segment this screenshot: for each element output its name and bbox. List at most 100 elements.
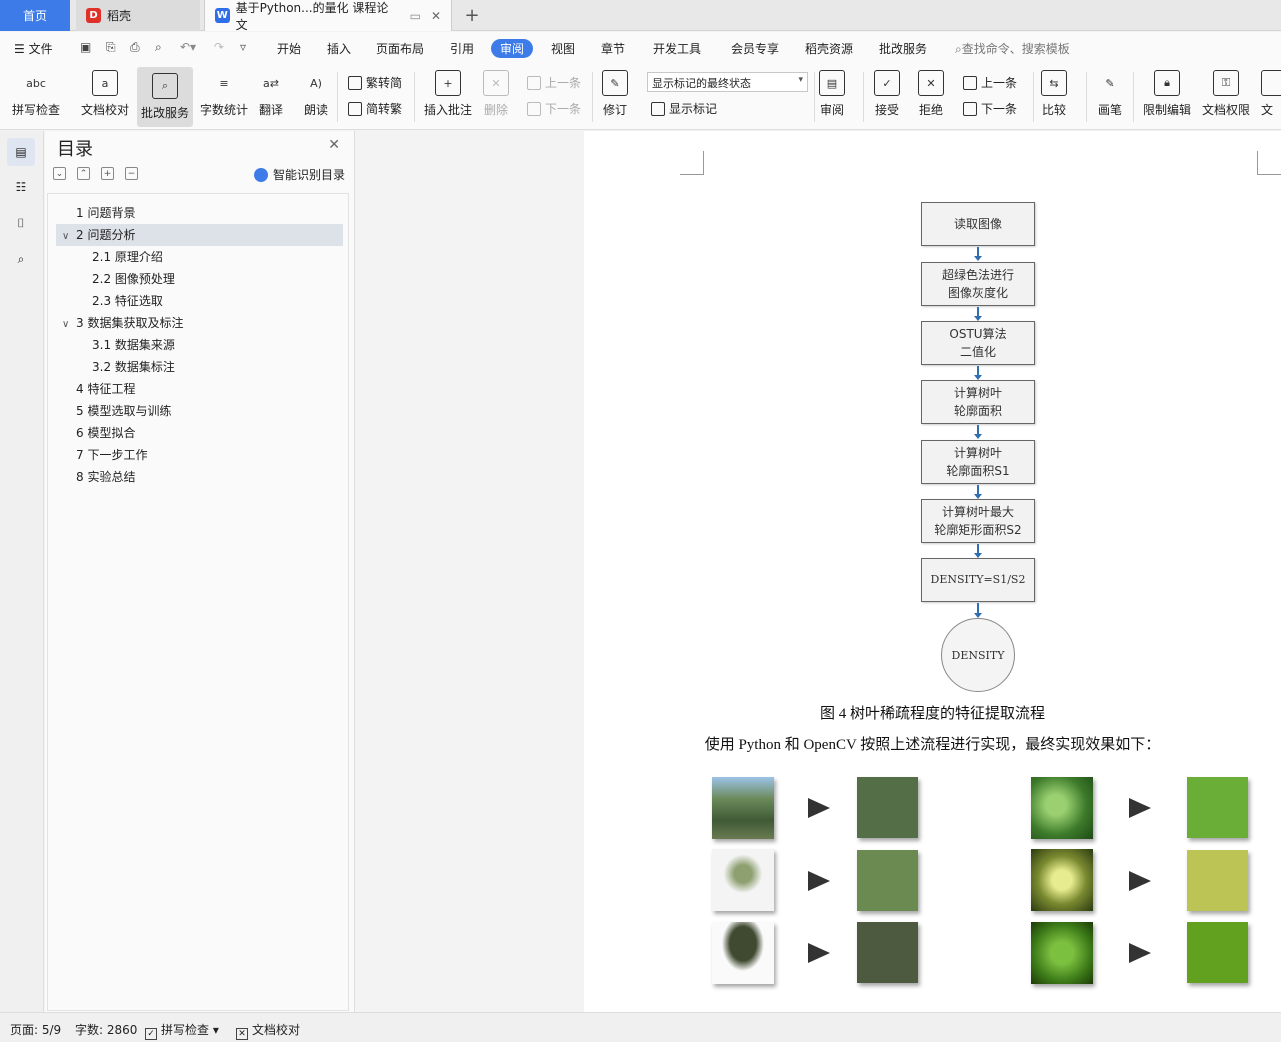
menu-item-0[interactable]: 开始 bbox=[277, 40, 301, 57]
toc-item-label: 3.1 数据集来源 bbox=[92, 338, 175, 352]
menu-item-6[interactable]: 章节 bbox=[601, 40, 625, 57]
toc-item[interactable]: 4 特征工程 bbox=[48, 378, 348, 400]
menu-item-4[interactable]: 审阅 bbox=[491, 39, 534, 58]
compare-button[interactable]: ⇆ 比较 bbox=[1041, 70, 1067, 118]
document-page[interactable]: 读取图像 超绿色法进行 图像灰度化 OSTU算法 二值化 计算树叶 轮廓面积 计算树叶… bbox=[584, 131, 1281, 1012]
toc-item[interactable]: ∨ 3 数据集获取及标注 bbox=[48, 312, 348, 334]
new-tab-button[interactable]: + bbox=[458, 0, 486, 31]
remove-heading-icon[interactable]: − bbox=[125, 167, 138, 180]
toc-item[interactable]: 1 问题背景 bbox=[48, 202, 348, 224]
menu-item-9[interactable]: 稻壳资源 bbox=[805, 40, 853, 57]
correction-service-button[interactable]: ⌕ 批改服务 bbox=[137, 67, 194, 127]
proofread-button[interactable]: a 文档校对 bbox=[81, 70, 129, 118]
close-tab-icon[interactable]: ✕ bbox=[431, 9, 441, 23]
simp-to-trad-button[interactable]: 简转繁 bbox=[348, 100, 402, 117]
proofread-status[interactable]: ✕ 文档校对 bbox=[236, 1021, 300, 1040]
prev-change-button[interactable]: 上一条 bbox=[963, 74, 1017, 91]
document-permission-button[interactable]: ⚿ 文档权限 bbox=[1202, 70, 1250, 118]
translate-button[interactable]: a⇄ 翻译 bbox=[258, 70, 284, 118]
word-count-button[interactable]: ≡ 字数统计 bbox=[200, 70, 248, 118]
page-indicator[interactable]: 页面: 5/9 bbox=[10, 1021, 61, 1038]
flow-text: 读取图像 bbox=[953, 217, 1002, 231]
show-markup-button[interactable]: 显示标记 bbox=[651, 100, 717, 117]
tab-daoke-label: 稻壳 bbox=[107, 9, 132, 23]
tab-document[interactable]: W 基于Python...的量化 课程论文 ▭ ✕ bbox=[204, 0, 452, 32]
undo-icon[interactable]: ↶▾ bbox=[180, 40, 196, 54]
menu-item-2[interactable]: 页面布局 bbox=[376, 40, 424, 57]
export-icon[interactable]: ⎘ bbox=[106, 40, 116, 55]
save-icon[interactable]: ▣ bbox=[80, 40, 91, 54]
trad-to-simp-button[interactable]: 繁转简 bbox=[348, 74, 402, 91]
flow-box-contour-area: 计算树叶 轮廓面积 bbox=[921, 380, 1035, 424]
accept-button[interactable]: ✓ 接受 bbox=[874, 70, 900, 118]
toc-panel-icon[interactable]: ▤ bbox=[7, 138, 35, 166]
menu-item-5[interactable]: 视图 bbox=[551, 40, 575, 57]
toc-panel: 目录 ✕ ⌄ ⌃ + − 智能识别目录 1 问题背景 ∨ 2 问题分析 2.1 原理介… bbox=[45, 131, 355, 1012]
menu-bar: ☰ 文件 ▣ ⎘ ⎙ ⌕ ↶▾ ↷ ▿ 开始 插入 页面布局 引用 审阅 视图 … bbox=[0, 32, 1281, 64]
toc-item[interactable]: 5 模型选取与训练 bbox=[48, 400, 348, 422]
prev-comment-button[interactable]: 上一条 bbox=[527, 74, 581, 91]
toc-item[interactable]: 2.2 图像预处理 bbox=[48, 268, 348, 290]
divider bbox=[1033, 72, 1034, 122]
pin-icon[interactable]: ▭ bbox=[410, 9, 421, 23]
next-comment-button[interactable]: 下一条 bbox=[527, 100, 581, 117]
redo-icon[interactable]: ↷ bbox=[214, 40, 224, 54]
menu-item-7[interactable]: 开发工具 bbox=[653, 40, 701, 57]
delete-comment-button[interactable]: ✕ 删除 bbox=[483, 70, 509, 118]
toc-item[interactable]: 2.3 特征选取 bbox=[48, 290, 348, 312]
restrict-editing-button[interactable]: 🔒︎ 限制编辑 bbox=[1143, 70, 1191, 118]
customize-icon[interactable]: ▿ bbox=[240, 40, 246, 54]
daoke-logo-icon: D bbox=[86, 8, 101, 23]
file-menu[interactable]: ☰ 文件 bbox=[14, 40, 53, 57]
chevron-down-icon[interactable]: ∨ bbox=[62, 314, 76, 336]
simp-to-trad-label: 简转繁 bbox=[366, 102, 403, 116]
toc-item[interactable]: 6 模型拟合 bbox=[48, 422, 348, 444]
command-search[interactable]: ⌕查找命令、搜索模板 bbox=[955, 40, 1070, 57]
bookmark-icon[interactable]: ⌷ bbox=[10, 212, 32, 234]
more-ribbon-button[interactable]: 文 bbox=[1261, 70, 1281, 118]
review-pane-button[interactable]: ▤ 审阅 bbox=[819, 70, 845, 118]
next-change-button[interactable]: 下一条 bbox=[963, 100, 1017, 117]
spell-check-status[interactable]: ✓ 拼写检查 ▾ bbox=[145, 1021, 219, 1040]
toc-item[interactable]: 3.1 数据集来源 bbox=[48, 334, 348, 356]
toc-item[interactable]: 3.2 数据集标注 bbox=[48, 356, 348, 378]
flow-arrow bbox=[974, 603, 982, 618]
close-icon[interactable]: ✕ bbox=[328, 137, 340, 153]
menu-item-8[interactable]: 会员专享 bbox=[731, 40, 779, 57]
expand-up-icon[interactable]: ⌃ bbox=[77, 167, 90, 180]
menu-item-1[interactable]: 插入 bbox=[327, 40, 351, 57]
tab-home[interactable]: 首页 bbox=[0, 0, 70, 31]
pen-button[interactable]: ✎ 画笔 bbox=[1097, 70, 1123, 118]
lock-icon: 🔒︎ bbox=[1154, 70, 1180, 96]
flow-arrow bbox=[974, 366, 982, 380]
read-aloud-button[interactable]: A) 朗读 bbox=[303, 70, 329, 118]
print-icon[interactable]: ⎙ bbox=[130, 40, 140, 55]
smart-toc-button[interactable]: 智能识别目录 bbox=[254, 166, 345, 183]
word-count-status[interactable]: 字数: 2860 bbox=[75, 1021, 137, 1038]
menu-item-3[interactable]: 引用 bbox=[450, 40, 474, 57]
add-heading-icon[interactable]: + bbox=[101, 167, 114, 180]
track-changes-button[interactable]: ✎ 修订 bbox=[602, 70, 628, 118]
flow-text: OSTU算法 bbox=[949, 327, 1007, 341]
tree-photo-2 bbox=[712, 849, 774, 911]
toc-item[interactable]: 2.1 原理介绍 bbox=[48, 246, 348, 268]
flow-box-area-s1: 计算树叶 轮廓面积S1 bbox=[921, 440, 1035, 484]
collapse-all-icon[interactable]: ⌄ bbox=[53, 167, 66, 180]
menu-item-10[interactable]: 批改服务 bbox=[879, 40, 927, 57]
chapter-nav-icon[interactable]: ☷ bbox=[10, 176, 32, 198]
flow-text: 计算树叶最大 bbox=[941, 505, 1014, 519]
toc-item[interactable]: 8 实验总结 bbox=[48, 466, 348, 488]
markup-display-select[interactable]: 显示标记的最终状态 ▾ bbox=[647, 72, 808, 92]
chevron-down-icon[interactable]: ∨ bbox=[62, 226, 76, 248]
spell-check-button[interactable]: abc 拼写检查 bbox=[12, 70, 60, 118]
tab-daoke[interactable]: D 稻壳 bbox=[76, 0, 200, 31]
toc-item[interactable]: ∨ 2 问题分析 bbox=[56, 224, 343, 246]
color-swatch bbox=[1187, 922, 1248, 983]
preview-icon[interactable]: ⌕ bbox=[155, 40, 162, 55]
search-icon[interactable]: ⌕ bbox=[10, 248, 32, 270]
insert-comment-button[interactable]: + 插入批注 bbox=[424, 70, 472, 118]
reject-button[interactable]: ✕ 拒绝 bbox=[918, 70, 944, 118]
divider bbox=[414, 72, 415, 122]
toc-item[interactable]: 7 下一步工作 bbox=[48, 444, 348, 466]
flow-text: 轮廓面积S1 bbox=[946, 464, 1010, 478]
